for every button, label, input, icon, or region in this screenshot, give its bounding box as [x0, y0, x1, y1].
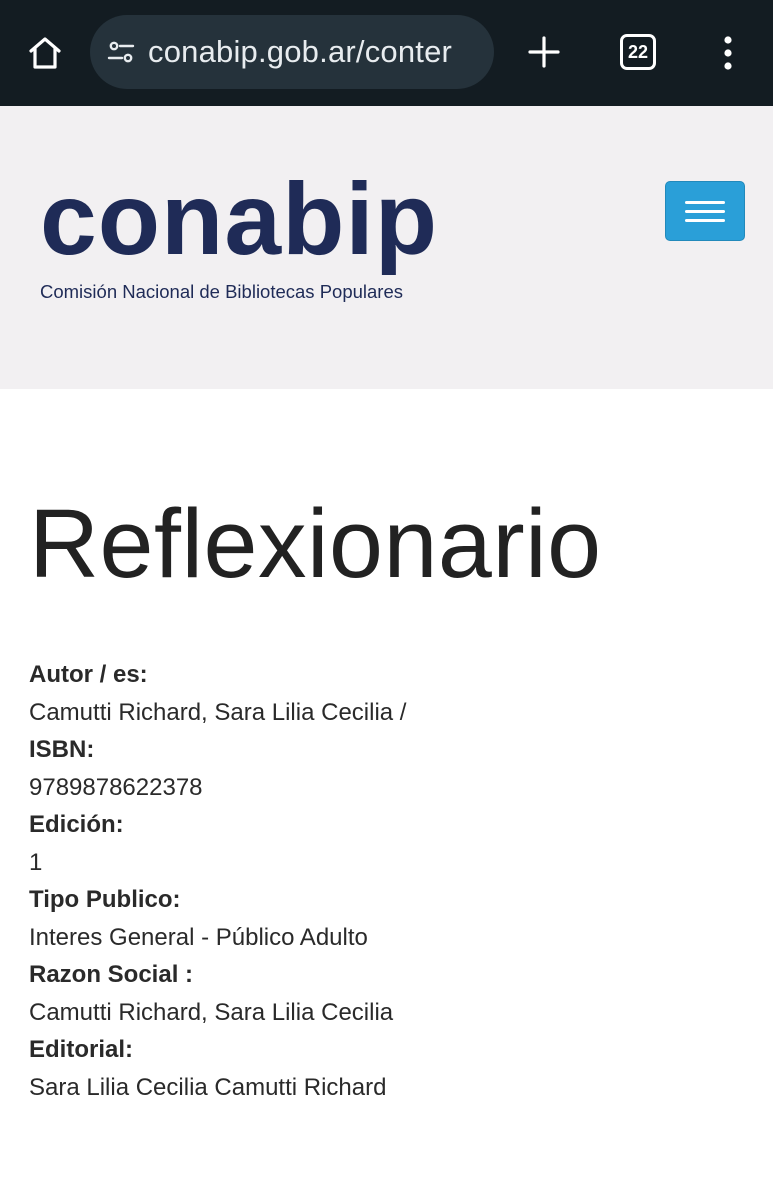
- publisher-label: Editorial:: [29, 1036, 134, 1063]
- publisher-value: Sara Lilia Cecilia Camutti Richard: [29, 1073, 387, 1101]
- logo-tagline: Comisión Nacional de Bibliotecas Popular…: [40, 281, 403, 302]
- new-tab-button[interactable]: [520, 28, 568, 76]
- tab-count: 22: [627, 41, 649, 62]
- page-title: Reflexionario: [29, 489, 602, 598]
- plus-icon: [528, 36, 560, 68]
- browser-menu-button[interactable]: [710, 30, 746, 76]
- edition-label: Edición:: [29, 811, 124, 838]
- site-header: conabip Comisión Nacional de Bibliotecas…: [0, 106, 773, 389]
- audience-value: Interes General - Público Adulto: [29, 923, 368, 951]
- address-bar[interactable]: conabip.gob.ar/conter: [90, 15, 494, 89]
- author-label: Autor / es:: [29, 661, 148, 688]
- isbn-value: 9789878622378: [29, 773, 203, 801]
- url-text[interactable]: conabip.gob.ar/conter: [148, 34, 452, 70]
- home-icon: [29, 37, 61, 69]
- conabip-logo[interactable]: conabip Comisión Nacional de Bibliotecas…: [38, 162, 468, 306]
- hamburger-line: [685, 200, 725, 204]
- tab-switcher-button[interactable]: 22: [620, 34, 656, 70]
- hamburger-line: [685, 218, 725, 222]
- kebab-icon: [724, 36, 732, 70]
- isbn-label: ISBN:: [29, 736, 95, 763]
- book-details: Autor / es: Camutti Richard, Sara Lilia …: [29, 656, 749, 1106]
- hamburger-line: [685, 209, 725, 213]
- logo-wordmark: conabip: [40, 176, 438, 276]
- business-name-value: Camutti Richard, Sara Lilia Cecilia: [29, 998, 394, 1026]
- main-content: Reflexionario: [29, 495, 749, 592]
- audience-label: Tipo Publico:: [29, 886, 181, 913]
- author-value: Camutti Richard, Sara Lilia Cecilia /: [29, 698, 407, 726]
- browser-toolbar: conabip.gob.ar/conter 22: [0, 0, 773, 106]
- business-name-label: Razon Social :: [29, 961, 194, 988]
- home-button[interactable]: [22, 30, 68, 76]
- tune-icon[interactable]: [104, 35, 138, 69]
- edition-value: 1: [29, 848, 43, 876]
- site-menu-button[interactable]: [665, 181, 745, 241]
